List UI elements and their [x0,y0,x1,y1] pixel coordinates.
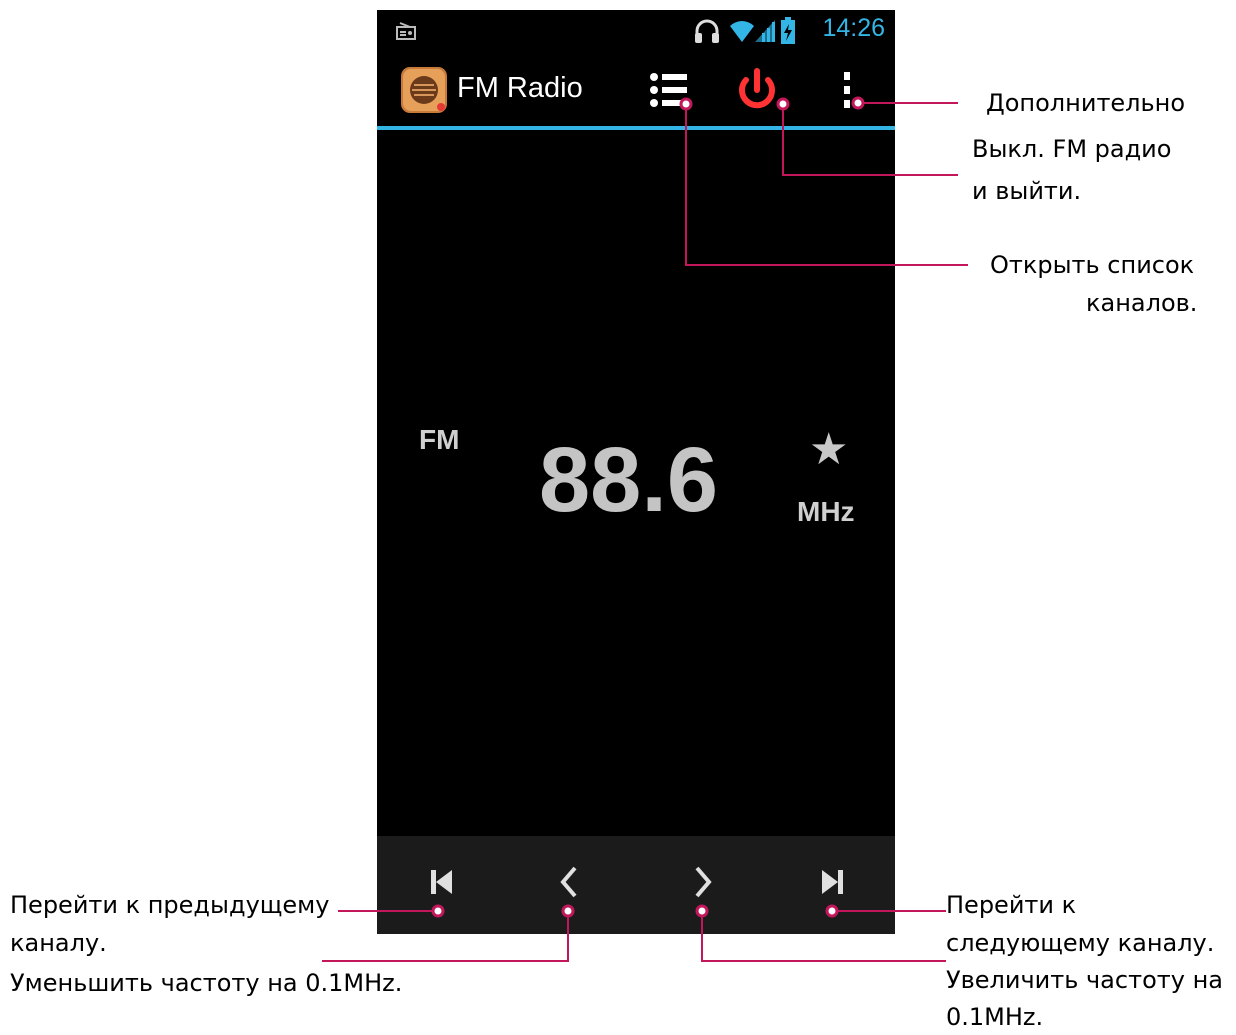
annotation-decrease: Уменьшить частоту на 0.1MHz. [10,969,403,997]
annotation-next-line2: следующему каналу. [946,929,1215,957]
annotation-power-line1: Выкл. FM радио [972,135,1172,163]
annotation-increase-line1: Увеличить частоту на [946,966,1223,994]
annotation-more: Дополнительно [986,89,1186,117]
annotation-prev-line1: Перейти к предыдущему [10,891,330,919]
annotation-list-line1: Открыть список [990,251,1195,279]
annotation-next-line1: Перейти к [946,891,1077,919]
annotation-power-line2: и выйти. [972,177,1082,205]
annotation-list-line2: каналов. [1086,289,1198,317]
annotation-prev-line2: каналу. [10,929,107,957]
